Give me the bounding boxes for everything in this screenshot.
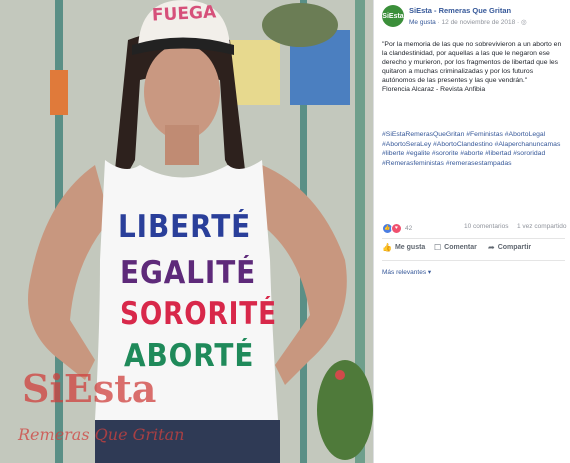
watermark-subtitle: Remeras Que Gritan: [18, 425, 185, 444]
shirt-line-liberte: LIBERTÉ: [118, 209, 252, 245]
thumbs-up-icon: 👍: [382, 243, 392, 252]
watermark-logo: SiEsta: [22, 366, 157, 411]
post-hashtags[interactable]: #SiEstaRemerasQueGritan #Feministas #Abo…: [382, 130, 564, 168]
post-header: SiEsta SiEsta - Remeras Que Gritan Me gu…: [382, 5, 567, 31]
shirt-line-sororite: SORORITÉ: [120, 296, 277, 332]
comment-sort-dropdown[interactable]: Más relevantes ▾: [382, 268, 431, 276]
page-like-link[interactable]: Me gusta: [409, 19, 436, 26]
post-date[interactable]: · 12 de noviembre de 2018 ·: [438, 19, 520, 26]
page-avatar[interactable]: SiEsta: [382, 5, 404, 27]
love-reaction-icon: ♥: [391, 223, 402, 234]
post-meta: Me gusta · 12 de noviembre de 2018 · ◎: [409, 18, 527, 26]
reactions-count: 42: [405, 225, 413, 232]
post-side-panel: SiEsta SiEsta - Remeras Que Gritan Me gu…: [373, 0, 570, 463]
comment-button[interactable]: ☐ Comentar: [434, 243, 477, 252]
post-stats: 👍 ♥ 42 10 comentarios 1 vez compartido: [382, 223, 567, 235]
post-text: "Por la memoria de las que no sobrevivie…: [382, 40, 564, 94]
post-quote: "Por la memoria de las que no sobrevivie…: [382, 41, 562, 84]
page-name-link[interactable]: SiEsta - Remeras Que Gritan: [409, 6, 511, 15]
comments-count-link[interactable]: 10 comentarios: [464, 223, 508, 230]
share-icon: ➦: [488, 243, 495, 252]
comment-button-label: Comentar: [444, 244, 477, 251]
post-actions: 👍 Me gusta ☐ Comentar ➦ Compartir: [382, 243, 565, 257]
like-button[interactable]: 👍 Me gusta: [382, 243, 425, 252]
shirt-line-egalite: EGALITÉ: [120, 255, 257, 291]
reactions-summary[interactable]: 👍 ♥ 42: [382, 223, 412, 234]
share-button[interactable]: ➦ Compartir: [488, 243, 531, 252]
comment-icon: ☐: [434, 243, 442, 252]
globe-icon: ◎: [521, 19, 527, 26]
share-button-label: Compartir: [497, 244, 532, 251]
cap-print: FUEGA: [151, 2, 217, 26]
like-button-label: Me gusta: [394, 244, 426, 251]
post-author: Florencia Alcaraz - Revista Anfibia: [382, 86, 486, 93]
post-photo[interactable]: FUEGA LIBERTÉ EGALITÉ SORORITÉ ABORTÉ Si…: [0, 0, 373, 463]
divider: [382, 260, 565, 261]
shares-count-link[interactable]: 1 vez compartido: [517, 223, 567, 230]
divider: [382, 238, 565, 239]
